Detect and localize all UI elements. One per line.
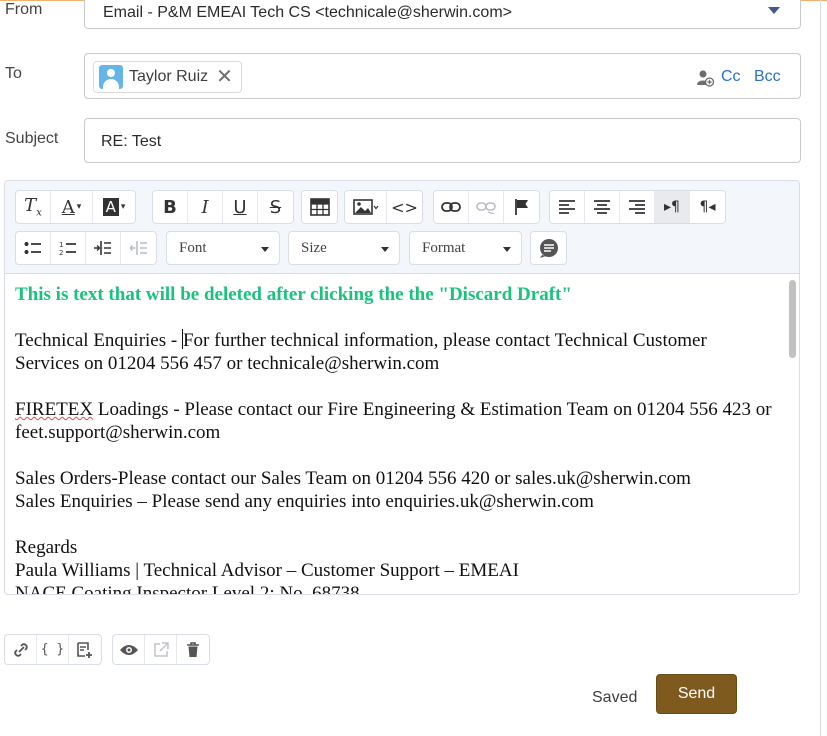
from-value: Email - P&M EMEAI Tech CS <technicale@sh… <box>103 4 512 21</box>
image-icon[interactable] <box>345 191 387 223</box>
svg-text:2: 2 <box>59 249 63 256</box>
rich-text-editor: Tx A ▾ A ▾ B I U S <> ▸¶ ¶◂ 1 2 Font Siz… <box>4 180 800 595</box>
background-color-icon[interactable]: A ▾ <box>93 191 135 223</box>
from-label: From <box>5 1 43 18</box>
remove-recipient-icon[interactable]: ✕ <box>216 67 233 87</box>
firetex-word: FIRETEX <box>15 399 94 420</box>
insert-group: <> <box>344 190 423 224</box>
table-icon[interactable] <box>302 191 337 223</box>
indent-icon[interactable] <box>86 232 121 264</box>
format-select-label: Format <box>422 240 466 256</box>
text-style-group: Tx A ▾ A ▾ <box>15 190 136 224</box>
flag-icon[interactable] <box>504 191 539 223</box>
tech-enquiries-paragraph: Technical Enquiries - For further techni… <box>15 329 775 375</box>
editor-scrollbar[interactable] <box>786 275 799 594</box>
list-group: 12 <box>15 231 157 265</box>
delete-icon[interactable] <box>177 635 209 664</box>
editor-toolbar: Tx A ▾ A ▾ B I U S <> ▸¶ ¶◂ 1 2 Font Siz… <box>5 181 799 274</box>
message-body[interactable]: This is text that will be deleted after … <box>5 275 785 595</box>
code-icon[interactable]: <> <box>387 191 422 223</box>
emphasis-group: B I U S <box>152 190 294 224</box>
alignment-group: ▸¶ ¶◂ <box>549 190 726 224</box>
send-button[interactable]: Send <box>656 674 737 714</box>
recipient-pill[interactable]: Taylor Ruiz ✕ <box>93 61 242 93</box>
signature-line-2: NACE Coating Inspector Level 2: No. 6873… <box>15 583 360 595</box>
font-select[interactable]: Font <box>166 231 280 265</box>
italic-icon[interactable]: I <box>188 191 223 223</box>
unlink-icon[interactable] <box>469 191 504 223</box>
size-select-label: Size <box>301 240 327 256</box>
quick-text-group <box>530 231 567 265</box>
preview-actions-group <box>112 634 210 665</box>
chevron-down-icon <box>261 247 269 252</box>
chevron-down-icon[interactable] <box>768 7 780 14</box>
ltr-direction-icon[interactable]: ▸¶ <box>655 191 690 223</box>
to-field[interactable]: Taylor Ruiz ✕ Cc Bcc <box>84 53 801 99</box>
strikethrough-icon[interactable]: S <box>258 191 293 223</box>
format-select[interactable]: Format <box>409 231 522 265</box>
pop-out-icon[interactable] <box>145 635 177 664</box>
sales-enquiries-line: Sales Enquiries – Please send any enquir… <box>15 491 594 512</box>
tech-enquiries-prefix: Technical Enquiries - <box>15 330 182 351</box>
clear-format-icon[interactable]: Tx <box>16 191 51 223</box>
rtl-direction-icon[interactable]: ¶◂ <box>690 191 725 223</box>
align-left-icon[interactable] <box>550 191 585 223</box>
underline-icon[interactable]: U <box>223 191 258 223</box>
bulleted-list-icon[interactable] <box>16 232 51 264</box>
panel-edge <box>820 0 821 736</box>
draft-note: This is text that will be deleted after … <box>15 284 572 305</box>
link-icon[interactable] <box>434 191 469 223</box>
insert-template-icon[interactable] <box>69 635 101 664</box>
to-label: To <box>5 65 22 82</box>
recipient-name: Taylor Ruiz <box>129 68 209 85</box>
cc-link[interactable]: Cc <box>721 68 741 86</box>
preview-icon[interactable] <box>113 635 145 664</box>
contact-avatar-icon <box>99 65 123 89</box>
subject-input[interactable]: RE: Test <box>84 118 801 163</box>
scrollbar-thumb[interactable] <box>789 280 796 358</box>
numbered-list-icon[interactable]: 12 <box>51 232 86 264</box>
table-group <box>301 190 338 224</box>
bcc-link[interactable]: Bcc <box>754 68 781 86</box>
merge-field-icon[interactable]: { } <box>37 635 69 664</box>
composer-actions-group: { } <box>4 634 102 665</box>
bold-icon[interactable]: B <box>153 191 188 223</box>
chevron-down-icon <box>503 247 511 252</box>
subject-value: RE: Test <box>101 133 162 150</box>
align-right-icon[interactable] <box>620 191 655 223</box>
add-contact-icon[interactable] <box>696 69 714 87</box>
saved-status: Saved <box>592 689 638 706</box>
align-center-icon[interactable] <box>585 191 620 223</box>
regards-line: Regards <box>15 537 78 558</box>
link-group <box>433 190 540 224</box>
signature-line-1: Paula Williams | Technical Advisor – Cus… <box>15 560 519 581</box>
size-select[interactable]: Size <box>288 231 400 265</box>
quick-text-icon[interactable] <box>531 232 566 264</box>
attach-icon[interactable] <box>5 635 37 664</box>
svg-text:1: 1 <box>59 241 63 249</box>
firetex-paragraph: FIRETEX Loadings - Please contact our Fi… <box>15 398 775 444</box>
subject-label: Subject <box>5 130 59 147</box>
font-select-label: Font <box>179 240 207 256</box>
outdent-icon[interactable] <box>121 232 156 264</box>
text-color-icon[interactable]: A ▾ <box>51 191 93 223</box>
sales-orders-line: Sales Orders-Please contact our Sales Te… <box>15 468 691 489</box>
from-select[interactable]: Email - P&M EMEAI Tech CS <technicale@sh… <box>84 0 801 29</box>
firetex-text: Loadings - Please contact our Fire Engin… <box>15 399 772 443</box>
chevron-down-icon <box>381 247 389 252</box>
